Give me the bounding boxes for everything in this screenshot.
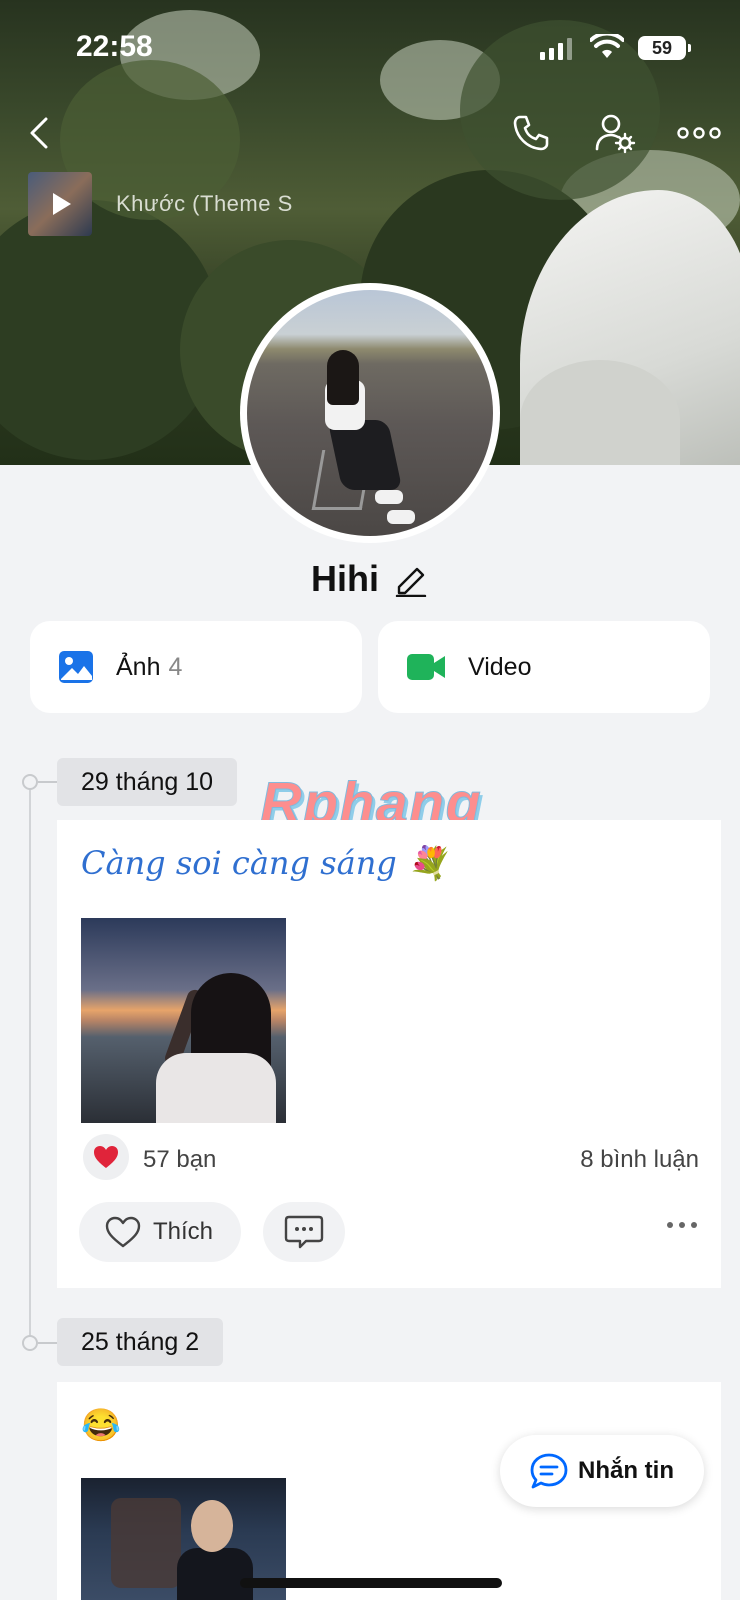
battery-icon: 59 [638,36,691,60]
post-text: Càng soi càng sáng 💐 [81,844,447,882]
post-date: 29 tháng 10 [57,758,238,806]
profile-name-row: Hihi [0,558,740,600]
back-icon [30,117,48,149]
home-indicator [240,1578,502,1588]
profile-name: Hihi [311,558,379,599]
video-camera-icon [407,654,445,680]
photos-count: 4 [168,652,183,681]
music-thumbnail[interactable] [28,172,92,236]
timeline-line [29,782,31,1342]
post-date: 25 tháng 2 [57,1318,224,1366]
cellular-signal-icon [540,38,572,60]
comment-button[interactable] [263,1202,345,1262]
profile-music[interactable]: Khước (Theme S [28,172,293,236]
wifi-icon [590,34,624,58]
post-card[interactable]: Càng soi càng sáng 💐 57 bạn 8 bình luận … [57,820,721,1288]
play-icon [53,193,71,215]
post-photo[interactable] [81,918,286,1123]
status-time: 22:58 [76,30,153,63]
chat-icon [530,1453,568,1489]
post-more-icon[interactable] [667,1222,697,1228]
edit-icon[interactable] [393,561,429,597]
message-label: Nhắn tin [578,1457,674,1484]
timeline-dot [22,774,38,790]
more-icon [677,127,721,139]
user-settings-icon [595,114,636,154]
heart-icon [94,1146,118,1168]
like-button[interactable]: Thích [79,1202,241,1262]
reaction-bubble[interactable] [83,1134,129,1180]
call-button[interactable] [506,108,556,158]
post-text: 😂 [81,1406,121,1444]
comment-icon [284,1215,324,1249]
video-label: Video [468,652,532,681]
phone-icon [513,115,549,151]
heart-outline-icon [105,1216,141,1248]
message-button[interactable]: Nhắn tin [500,1435,704,1507]
reaction-count[interactable]: 57 bạn [143,1146,216,1174]
video-button[interactable]: Video [378,621,710,713]
photos-label: Ảnh [116,652,161,681]
like-label: Thích [153,1218,214,1245]
more-button[interactable] [674,108,724,158]
comment-count[interactable]: 8 bình luận [580,1146,699,1174]
status-bar: 22:58 59 [0,0,740,100]
avatar[interactable] [240,283,500,543]
timeline-dot [22,1335,38,1351]
photos-button[interactable]: Ảnh 4 [30,621,362,713]
music-title: Khước (Theme S [116,191,293,216]
back-button[interactable] [14,108,64,158]
profile-settings-button[interactable] [590,108,640,158]
image-icon [59,651,93,683]
